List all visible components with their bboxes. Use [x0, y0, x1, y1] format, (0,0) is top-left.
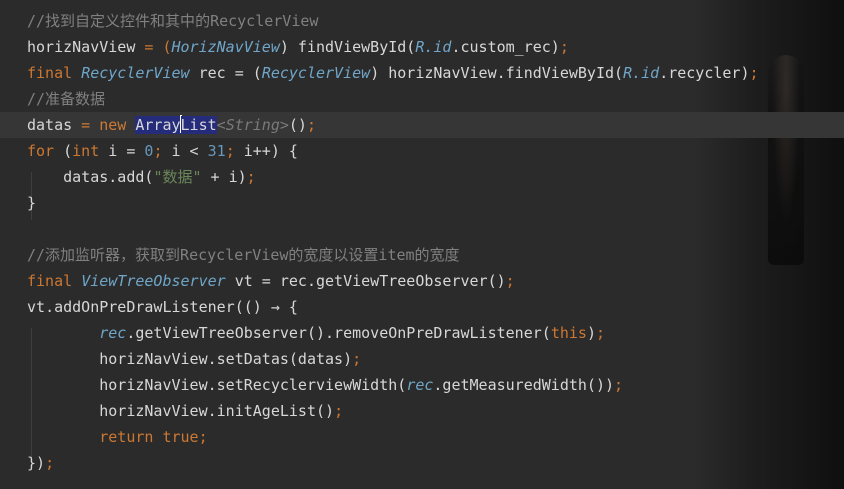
- code-token: ;: [198, 428, 208, 446]
- code-line-8[interactable]: }: [0, 190, 844, 216]
- code-token: ) findViewById(: [279, 38, 416, 56]
- code-token: R.id: [415, 38, 452, 56]
- code-token: horizNavView: [27, 402, 208, 420]
- code-token: RecyclerView: [261, 64, 371, 82]
- code-line-5-current[interactable]: datas = new ArrayList<String>();: [0, 112, 844, 138]
- code-token: = (: [135, 38, 172, 56]
- inlay-hint: String: [225, 116, 280, 134]
- code-token: HorizNavView: [171, 38, 280, 56]
- code-token: .getViewTreeObserver(): [306, 272, 506, 290]
- code-line-3[interactable]: final RecyclerView rec = (RecyclerView) …: [0, 60, 844, 86]
- code-token: ;: [505, 272, 515, 290]
- code-token: ViewTreeObserver: [81, 272, 226, 290]
- code-token: ;: [153, 142, 172, 160]
- code-token: datas: [27, 168, 109, 186]
- code-token: ;: [334, 402, 344, 420]
- code-token: .addOnPreDrawListener(() → {: [45, 298, 298, 316]
- code-token: <: [216, 116, 226, 134]
- code-token: .initAgeList(): [207, 402, 335, 420]
- code-token: "数据": [153, 168, 202, 186]
- code-token: return true: [99, 428, 199, 446]
- text-cursor: [179, 115, 182, 133]
- code-token: vt: [27, 298, 46, 316]
- code-line-10[interactable]: //添加监听器，获取到RecyclerView的宽度以设置item的宽度: [0, 242, 844, 268]
- code-token: (: [63, 142, 73, 160]
- code-token: i++) {: [243, 142, 298, 160]
- code-editor[interactable]: //找到自定义控件和其中的RecyclerView horizNavView =…: [0, 8, 844, 476]
- code-token: .setDatas(datas): [207, 350, 353, 368]
- code-token: final: [27, 272, 82, 290]
- code-token: ;: [749, 64, 759, 82]
- code-line-2[interactable]: horizNavView = (HorizNavView) findViewBy…: [0, 34, 844, 60]
- comment: //准备数据: [27, 90, 106, 108]
- code-token: ;: [559, 38, 569, 56]
- code-token: + i): [201, 168, 247, 186]
- code-token: ;: [306, 116, 316, 134]
- code-token: .getMeasuredWidth()): [433, 376, 615, 394]
- code-line-14[interactable]: horizNavView.setDatas(datas);: [0, 346, 844, 372]
- code-line-13[interactable]: rec.getViewTreeObserver().removeOnPreDra…: [0, 320, 844, 346]
- code-line-1[interactable]: //找到自定义控件和其中的RecyclerView: [0, 8, 844, 34]
- code-token: for: [27, 142, 64, 160]
- code-token: RecyclerView: [81, 64, 190, 82]
- code-line-17[interactable]: return true;: [0, 424, 844, 450]
- code-token: .custom_rec): [451, 38, 560, 56]
- code-token: ;: [225, 142, 244, 160]
- code-token: new: [99, 116, 136, 134]
- code-token: i <: [171, 142, 208, 160]
- code-token: final: [27, 64, 82, 82]
- code-token: int: [72, 142, 100, 160]
- code-token: ): [586, 324, 596, 342]
- code-line-6[interactable]: for (int i = 0; i < 31; i++) {: [0, 138, 844, 164]
- code-token: .findViewById(: [496, 64, 624, 82]
- code-line-12[interactable]: vt.addOnPreDrawListener(() → {: [0, 294, 844, 320]
- code-token: i =: [99, 142, 145, 160]
- code-line-9[interactable]: [0, 216, 844, 242]
- code-token: .removeOnPreDrawListener(: [325, 324, 551, 342]
- code-line-4[interactable]: //准备数据: [0, 86, 844, 112]
- code-token: rec = (: [189, 64, 262, 82]
- code-token: horizNavView: [27, 350, 208, 368]
- code-line-11[interactable]: final ViewTreeObserver vt = rec.getViewT…: [0, 268, 844, 294]
- code-token: 31: [207, 142, 226, 160]
- code-token: .getViewTreeObserver(): [126, 324, 326, 342]
- code-token: .setRecyclerviewWidth(: [207, 376, 407, 394]
- code-token: ;: [45, 454, 55, 472]
- code-token: >: [279, 116, 289, 134]
- code-token: ;: [614, 376, 624, 394]
- code-token: }: [27, 194, 37, 212]
- code-token: this: [550, 324, 587, 342]
- code-token: rec: [406, 376, 434, 394]
- code-token: horizNavView: [27, 38, 136, 56]
- code-line-16[interactable]: horizNavView.initAgeList();: [0, 398, 844, 424]
- code-line-15[interactable]: horizNavView.setRecyclerviewWidth(rec.ge…: [0, 372, 844, 398]
- code-token: .add(: [108, 168, 154, 186]
- comment: //找到自定义控件和其中的RecyclerView: [27, 12, 319, 30]
- code-line-7[interactable]: datas.add("数据" + i);: [0, 164, 844, 190]
- code-line-18[interactable]: });: [0, 450, 844, 476]
- comment: //添加监听器，获取到RecyclerView的宽度以设置item的宽度: [27, 246, 460, 264]
- code-token: vt = rec: [225, 272, 307, 290]
- selected-text: List: [180, 116, 217, 134]
- code-token: datas: [27, 116, 73, 134]
- code-token: }): [27, 454, 46, 472]
- code-token: =: [72, 116, 100, 134]
- code-token: ;: [595, 324, 605, 342]
- code-token: ;: [352, 350, 362, 368]
- code-token: (): [288, 116, 307, 134]
- code-token: R.id: [623, 64, 660, 82]
- code-token: horizNavView: [27, 376, 208, 394]
- code-token: ;: [246, 168, 256, 186]
- selected-text: Array: [135, 116, 181, 134]
- code-token: .recycler): [659, 64, 750, 82]
- code-token: ) horizNavView: [370, 64, 497, 82]
- code-token: rec: [99, 324, 127, 342]
